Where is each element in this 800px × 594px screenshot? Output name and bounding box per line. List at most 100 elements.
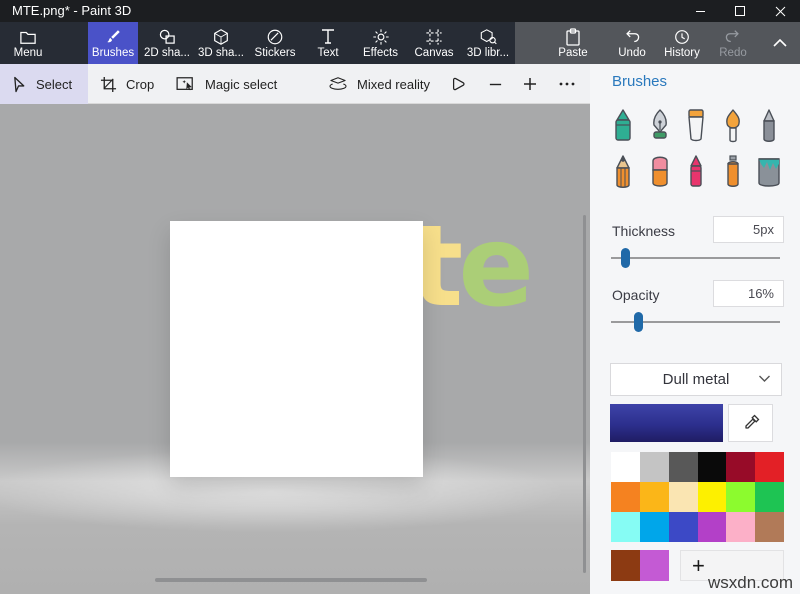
material-dropdown[interactable]: Dull metal (610, 363, 782, 396)
effects-sun-icon (372, 28, 390, 46)
brush-eraser[interactable] (645, 154, 675, 190)
menu-folder-icon (19, 28, 37, 46)
current-color-swatch[interactable] (610, 404, 723, 442)
collapse-ribbon-button[interactable] (763, 22, 797, 64)
history-button[interactable]: History (655, 22, 709, 64)
redo-button[interactable]: Redo (709, 22, 757, 64)
palette-swatch[interactable] (640, 512, 669, 542)
opacity-slider[interactable] (611, 312, 780, 332)
mixed-reality-icon (328, 76, 348, 92)
ellipsis-icon (558, 81, 576, 87)
palette-swatch[interactable] (640, 452, 669, 482)
crop-label: Crop (126, 77, 154, 92)
maximize-button[interactable] (720, 0, 760, 22)
paint3d-window: MTE.png* - Paint 3D Menu Brushe (0, 0, 800, 594)
palette-swatch[interactable] (726, 512, 755, 542)
close-button[interactable] (760, 0, 800, 22)
brushes-panel: Brushes (590, 64, 800, 594)
opacity-label: Opacity (612, 287, 659, 303)
thickness-slider-track (611, 257, 780, 259)
canvas-viewport[interactable]: mte (0, 104, 590, 594)
main-toolbar: Menu Brushes 2D sha... 3D sha... Sticker (0, 22, 800, 64)
magic-select-tool[interactable]: Magic select (176, 64, 277, 104)
palette-swatch[interactable] (755, 512, 784, 542)
history-clock-icon (673, 28, 691, 46)
vertical-scrollbar[interactable] (583, 215, 586, 573)
brush-row-2 (608, 154, 784, 190)
brush-pixel-pen[interactable] (754, 108, 784, 144)
palette-swatch[interactable] (669, 512, 698, 542)
brush-icon (104, 28, 122, 46)
tab-3d-shapes[interactable]: 3D sha... (194, 22, 248, 64)
palette-swatch[interactable] (611, 482, 640, 512)
brush-row-1 (608, 108, 784, 144)
crop-tool[interactable]: Crop (100, 64, 154, 104)
palette-swatch[interactable] (755, 452, 784, 482)
menu-label: Menu (14, 47, 43, 59)
redo-icon (724, 28, 742, 46)
thickness-input[interactable]: 5px (713, 216, 784, 243)
custom-color-swatch[interactable] (611, 550, 640, 581)
window-controls (680, 0, 800, 22)
minimize-button[interactable] (680, 0, 720, 22)
minus-icon (488, 77, 503, 92)
drawing-canvas[interactable] (170, 221, 423, 477)
tab-brushes[interactable]: Brushes (88, 22, 138, 64)
menu-button[interactable]: Menu (6, 22, 50, 64)
palette-swatch[interactable] (611, 452, 640, 482)
tab-canvas[interactable]: Canvas (407, 22, 461, 64)
brush-fill[interactable] (754, 154, 784, 190)
palette-swatch[interactable] (698, 482, 727, 512)
opacity-slider-thumb[interactable] (634, 312, 643, 332)
opacity-input[interactable]: 16% (713, 280, 784, 307)
select-label: Select (36, 77, 72, 92)
palette-swatch[interactable] (726, 482, 755, 512)
3d-library-icon (479, 28, 498, 46)
brush-paint-brush[interactable] (681, 108, 711, 144)
palette-swatch[interactable] (640, 482, 669, 512)
palette-swatch[interactable] (611, 512, 640, 542)
more-options-button[interactable] (558, 64, 576, 104)
tab-label: Stickers (255, 47, 296, 59)
brush-pencil[interactable] (608, 154, 638, 190)
zoom-in-button[interactable] (522, 64, 538, 104)
thickness-slider[interactable] (611, 248, 780, 268)
undo-button[interactable]: Undo (609, 22, 655, 64)
chevron-up-icon (772, 34, 788, 52)
letter-e: e (458, 202, 529, 332)
2d-shapes-icon (158, 28, 177, 46)
history-label: History (664, 47, 700, 59)
brush-marker[interactable] (608, 108, 638, 144)
stickers-icon (266, 28, 284, 46)
tab-label: Effects (363, 47, 398, 59)
custom-color-swatch[interactable] (640, 550, 669, 581)
brush-calligraphy-pen[interactable] (645, 108, 675, 144)
zoom-tool-button[interactable] (449, 64, 468, 104)
palette-swatch[interactable] (698, 452, 727, 482)
magic-select-label: Magic select (205, 77, 277, 92)
palette-swatch[interactable] (755, 482, 784, 512)
thickness-slider-thumb[interactable] (621, 248, 630, 268)
brush-crayon[interactable] (681, 154, 711, 190)
paste-button[interactable]: Paste (545, 22, 601, 64)
tab-stickers[interactable]: Stickers (248, 22, 302, 64)
palette-swatch[interactable] (669, 452, 698, 482)
tab-effects[interactable]: Effects (354, 22, 407, 64)
eyedropper-icon (741, 413, 761, 433)
zoom-out-button[interactable] (488, 64, 503, 104)
eyedropper-button[interactable] (728, 404, 773, 442)
brush-spray-can[interactable] (718, 154, 748, 190)
palette-swatch[interactable] (698, 512, 727, 542)
mixed-reality-tool[interactable]: Mixed reality (328, 64, 430, 104)
palette-swatch[interactable] (669, 482, 698, 512)
brush-oil-brush[interactable] (718, 108, 748, 144)
select-tool[interactable]: Select (12, 64, 72, 104)
mixed-reality-label: Mixed reality (357, 77, 430, 92)
palette-swatch[interactable] (726, 452, 755, 482)
select-cursor-icon (12, 76, 27, 93)
tab-label: 3D sha... (198, 47, 244, 59)
tab-text[interactable]: Text (302, 22, 354, 64)
tab-2d-shapes[interactable]: 2D sha... (140, 22, 194, 64)
horizontal-scrollbar[interactable] (155, 578, 427, 582)
tab-3d-library[interactable]: 3D libr... (461, 22, 515, 64)
